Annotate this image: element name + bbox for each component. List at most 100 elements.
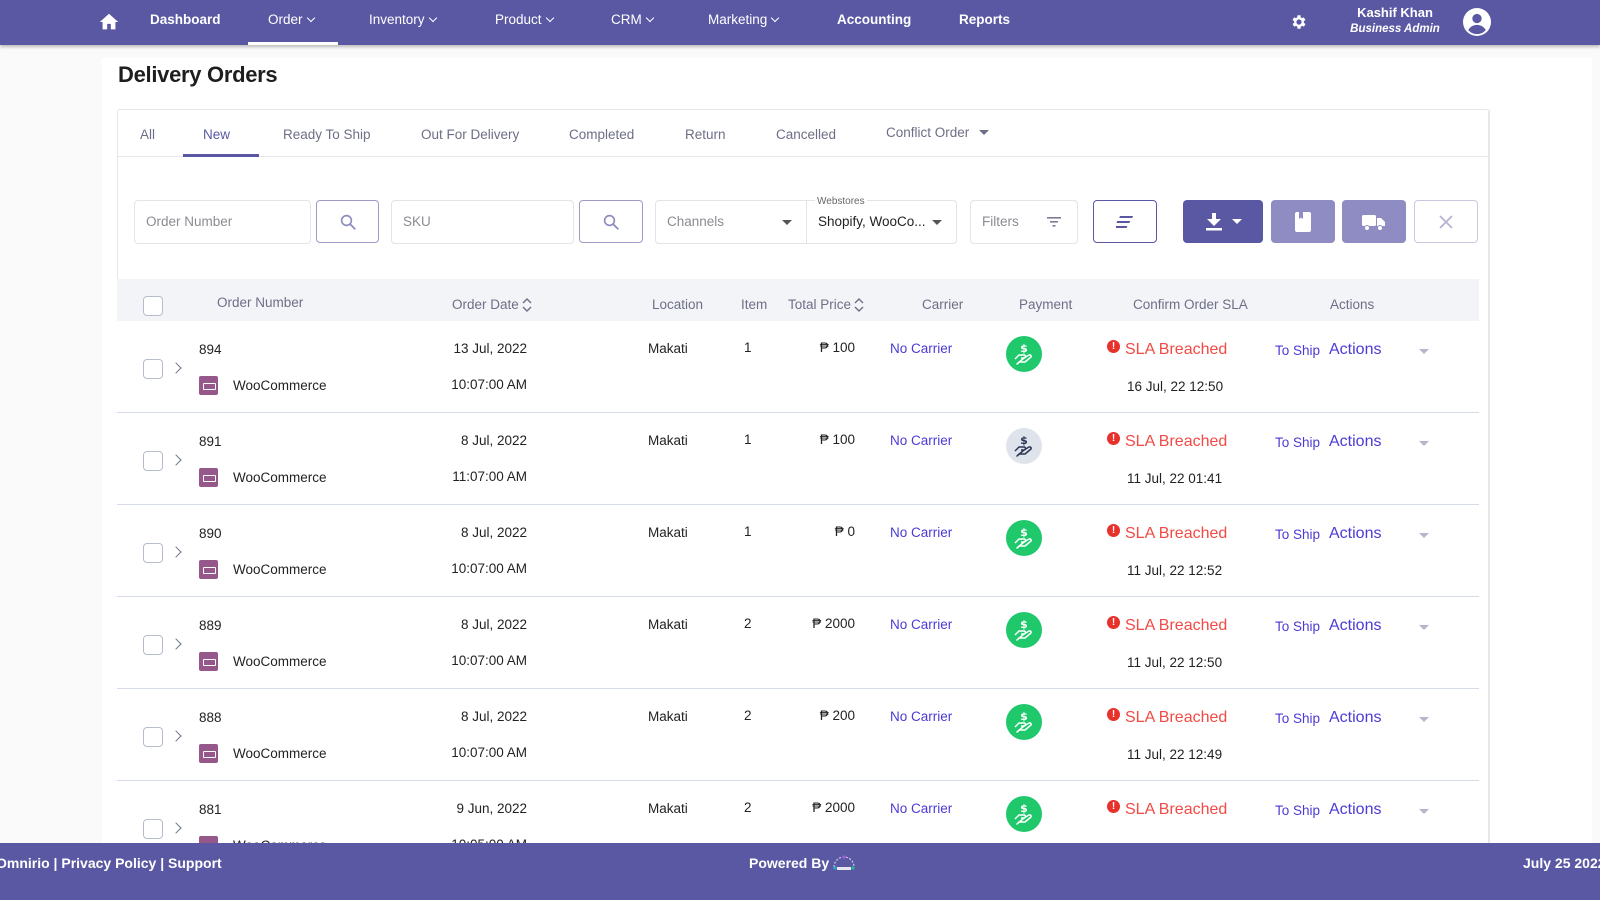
sort-icon	[522, 298, 532, 313]
actions-dropdown[interactable]: Actions	[1329, 801, 1381, 819]
expand-chevron-icon[interactable]	[170, 362, 182, 374]
gear-icon[interactable]	[1290, 13, 1308, 31]
total-price: ₱ 0	[834, 524, 855, 539]
actions-dropdown[interactable]: Actions	[1329, 617, 1381, 635]
order-number-search-button[interactable]	[316, 200, 379, 243]
order-number[interactable]: 881	[199, 802, 222, 817]
to-ship-link[interactable]: To Ship	[1275, 527, 1320, 542]
row-checkbox[interactable]	[143, 819, 163, 839]
clear-button[interactable]	[1414, 200, 1478, 243]
to-ship-link[interactable]: To Ship	[1275, 343, 1320, 358]
actions-dropdown[interactable]: Actions	[1329, 525, 1381, 543]
nav-product[interactable]: Product	[495, 0, 554, 45]
carrier-link[interactable]: No Carrier	[890, 801, 952, 816]
tab-conflict-order[interactable]: Conflict Order	[886, 125, 990, 140]
actions-dropdown[interactable]: Actions	[1329, 341, 1381, 359]
footer: Omnirio | Privacy Policy | Support Power…	[0, 843, 1600, 900]
carrier-link[interactable]: No Carrier	[890, 433, 952, 448]
row-checkbox[interactable]	[143, 635, 163, 655]
expand-chevron-icon[interactable]	[170, 822, 182, 834]
nav-dashboard[interactable]: Dashboard	[150, 0, 221, 45]
user-role: Business Admin	[1350, 23, 1440, 35]
carrier-link[interactable]: No Carrier	[890, 617, 952, 632]
channel-name: WooCommerce	[233, 746, 327, 761]
order-number[interactable]: 894	[199, 342, 222, 357]
nav-order[interactable]: Order	[268, 0, 315, 45]
tab-all[interactable]: All	[140, 127, 155, 142]
filters-label: Filters	[982, 214, 1019, 229]
tab-ready-to-ship[interactable]: Ready To Ship	[283, 127, 371, 142]
truck-icon	[1362, 214, 1385, 231]
nav-accounting[interactable]: Accounting	[837, 0, 911, 45]
to-ship-link[interactable]: To Ship	[1275, 711, 1320, 726]
carrier-link[interactable]: No Carrier	[890, 709, 952, 724]
sla-date: 11 Jul, 22 01:41	[1127, 471, 1223, 486]
sku-input[interactable]	[403, 201, 573, 242]
nav-label: Inventory	[369, 12, 425, 27]
expand-chevron-icon[interactable]	[170, 638, 182, 650]
order-time: 10:07:00 AM	[451, 745, 527, 760]
channels-select[interactable]: Channels	[655, 200, 807, 244]
actions-dropdown[interactable]: Actions	[1329, 433, 1381, 451]
location: Makati	[648, 617, 688, 632]
order-time: 10:07:00 AM	[451, 561, 527, 576]
row-checkbox[interactable]	[143, 727, 163, 747]
nav-inventory[interactable]: Inventory	[369, 0, 437, 45]
tab-out-for-delivery[interactable]: Out For Delivery	[421, 127, 519, 142]
order-number-field[interactable]	[134, 200, 311, 244]
svg-text:$: $	[1020, 802, 1028, 815]
chevron-down-icon	[545, 13, 554, 23]
filters-button[interactable]: Filters	[970, 200, 1078, 244]
header-item: Item	[741, 297, 768, 312]
expand-chevron-icon[interactable]	[170, 546, 182, 558]
order-number[interactable]: 888	[199, 710, 222, 725]
item-count: 1	[744, 524, 752, 539]
location: Makati	[648, 709, 688, 724]
separator: |	[156, 855, 169, 871]
header-total-price[interactable]: Total Price	[788, 297, 864, 313]
order-number-input[interactable]	[146, 201, 310, 242]
sort-icon	[854, 298, 864, 313]
to-ship-link[interactable]: To Ship	[1275, 619, 1320, 634]
select-all-checkbox[interactable]	[143, 296, 163, 316]
user-avatar-icon[interactable]	[1463, 8, 1491, 36]
privacy-policy-link[interactable]: Privacy Policy	[61, 855, 156, 871]
actions-dropdown[interactable]: Actions	[1329, 709, 1381, 727]
footer-brand-link[interactable]: Omnirio	[0, 855, 50, 871]
home-icon[interactable]	[98, 11, 120, 33]
nav-marketing[interactable]: Marketing	[708, 0, 780, 45]
nav-reports[interactable]: Reports	[959, 0, 1010, 45]
order-number[interactable]: 889	[199, 618, 222, 633]
tab-label: Conflict Order	[886, 125, 970, 140]
row-checkbox[interactable]	[143, 359, 163, 379]
sort-button[interactable]	[1093, 200, 1157, 243]
nav-crm[interactable]: CRM	[611, 0, 654, 45]
sku-search-button[interactable]	[579, 200, 643, 243]
nav-label: Dashboard	[150, 12, 221, 27]
nav-label: Order	[268, 12, 303, 27]
to-ship-link[interactable]: To Ship	[1275, 435, 1320, 450]
table-row: 890 WooCommerce 8 Jul, 2022 10:07:00 AM …	[117, 505, 1479, 597]
alert-icon: !	[1107, 708, 1120, 721]
download-button[interactable]	[1183, 200, 1263, 243]
order-number[interactable]: 891	[199, 434, 222, 449]
support-link[interactable]: Support	[168, 855, 222, 871]
row-checkbox[interactable]	[143, 451, 163, 471]
carrier-link[interactable]: No Carrier	[890, 341, 952, 356]
shipping-button[interactable]	[1342, 200, 1406, 243]
to-ship-link[interactable]: To Ship	[1275, 803, 1320, 818]
tab-cancelled[interactable]: Cancelled	[776, 127, 836, 142]
row-checkbox[interactable]	[143, 543, 163, 563]
tab-completed[interactable]: Completed	[569, 127, 634, 142]
tab-return[interactable]: Return	[685, 127, 726, 142]
page-title: Delivery Orders	[118, 62, 278, 87]
carrier-link[interactable]: No Carrier	[890, 525, 952, 540]
expand-chevron-icon[interactable]	[170, 454, 182, 466]
order-number[interactable]: 890	[199, 526, 222, 541]
book-button[interactable]	[1271, 200, 1335, 243]
expand-chevron-icon[interactable]	[170, 730, 182, 742]
tab-new[interactable]: New	[203, 127, 230, 142]
header-order-date[interactable]: Order Date	[452, 297, 532, 313]
sku-field[interactable]	[391, 200, 574, 244]
sla-status: SLA Breached	[1125, 709, 1228, 726]
